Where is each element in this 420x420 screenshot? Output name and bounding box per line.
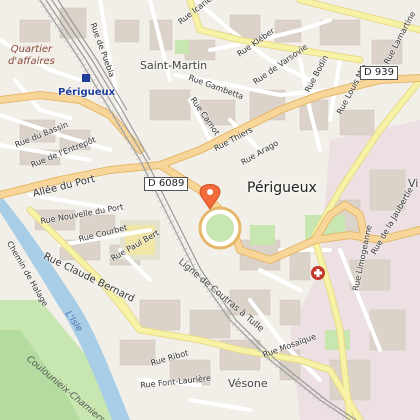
route-shield-d6089: D 6089	[144, 177, 189, 191]
quartier-line-2: d'affaires	[8, 55, 55, 67]
vesone-label: Vésone	[228, 377, 268, 390]
quartier-label: Quartier d'affaires	[8, 44, 55, 67]
location-marker-icon[interactable]	[199, 184, 221, 210]
city-label: Périgueux	[247, 180, 317, 196]
park-tourny	[250, 225, 275, 245]
route-shield-d939: D 939	[360, 66, 398, 80]
map-canvas[interactable]: Périgueux Saint-Martin Quartier d'affair…	[0, 0, 420, 420]
quartier-line-1: Quartier	[10, 44, 53, 55]
station-icon[interactable]	[82, 74, 90, 82]
park-saint-martin	[175, 40, 189, 54]
hospital-icon[interactable]	[311, 266, 325, 280]
roundabout-center	[206, 214, 234, 242]
district-label: Saint-Martin	[140, 59, 208, 72]
station-label[interactable]: Périgueux	[58, 88, 115, 98]
map-graphics	[0, 0, 420, 420]
